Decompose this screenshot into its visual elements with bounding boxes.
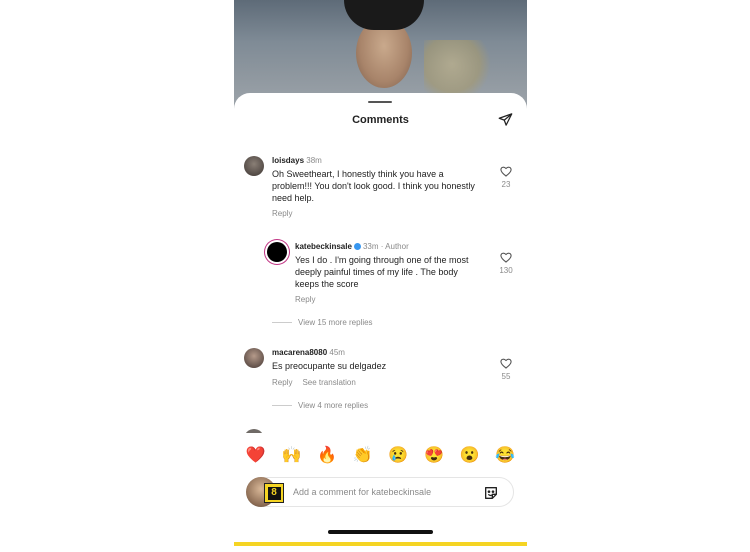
comment-item: loisdays 38m Oh Sweetheart, I honestly t… xyxy=(234,153,527,233)
number-badge: 8 xyxy=(264,483,284,503)
comment-item-partial xyxy=(234,429,527,433)
heart-icon[interactable] xyxy=(500,252,512,263)
emoji-laughing-button[interactable]: 😂 xyxy=(495,446,515,466)
emoji-reaction-bar: ❤️ 🙌 🔥 👏 😢 😍 😮 😂 xyxy=(234,443,527,469)
comment-time: 38m xyxy=(306,156,322,165)
emoji-clap-button[interactable]: 👏 xyxy=(353,446,373,466)
comment-item: macarena8080 45m Es preocupante su delga… xyxy=(234,345,527,425)
comment-input[interactable]: Add a comment for katebeckinsale xyxy=(293,487,431,497)
comment-time: 45m xyxy=(329,348,345,357)
sticker-icon[interactable] xyxy=(483,485,499,501)
home-indicator xyxy=(328,530,433,534)
comment-text: Es preocupante su delgadez xyxy=(272,361,387,371)
like-control: 55 xyxy=(494,358,518,381)
view-more-replies[interactable]: View 15 more replies xyxy=(272,318,373,327)
comment-username[interactable]: macarena8080 xyxy=(272,348,327,357)
emoji-raised-hands-button[interactable]: 🙌 xyxy=(281,446,301,466)
avatar[interactable] xyxy=(244,156,264,176)
comment-username[interactable]: loisdays xyxy=(272,156,304,165)
avatar[interactable] xyxy=(244,348,264,368)
send-icon[interactable] xyxy=(498,112,513,127)
like-count: 23 xyxy=(501,180,511,189)
like-control: 23 xyxy=(494,166,518,189)
sheet-title: Comments xyxy=(352,114,409,126)
comment-input-bar: 8 Add a comment for katebeckinsale xyxy=(246,477,514,507)
comments-sheet: Comments loisdays 38m Oh Sweetheart, I h… xyxy=(234,93,527,552)
comment-text: Oh Sweetheart, I honestly think you have… xyxy=(272,169,475,203)
heart-icon[interactable] xyxy=(500,358,512,369)
drag-handle[interactable] xyxy=(368,101,392,103)
accent-line xyxy=(234,542,527,546)
view-more-replies[interactable]: View 4 more replies xyxy=(272,401,368,410)
phone-screen: Comments loisdays 38m Oh Sweetheart, I h… xyxy=(234,0,527,552)
comment-text: Yes I do . I'm going through one of the … xyxy=(295,255,469,289)
comments-list[interactable]: loisdays 38m Oh Sweetheart, I honestly t… xyxy=(234,153,527,433)
heart-icon[interactable] xyxy=(500,166,512,177)
emoji-fire-button[interactable]: 🔥 xyxy=(317,446,337,466)
author-avatar[interactable] xyxy=(267,242,287,262)
comment-username[interactable]: katebeckinsale xyxy=(295,242,352,251)
avatar[interactable] xyxy=(244,429,264,433)
reply-button[interactable]: Reply xyxy=(272,209,292,218)
see-translation-button[interactable]: See translation xyxy=(302,378,355,387)
emoji-crying-button[interactable]: 😢 xyxy=(388,446,408,466)
emoji-heart-eyes-button[interactable]: 😍 xyxy=(424,446,444,466)
like-count: 130 xyxy=(499,266,513,275)
comment-meta: 33m · Author xyxy=(362,242,409,251)
reply-button[interactable]: Reply xyxy=(295,295,315,304)
like-count: 55 xyxy=(501,372,511,381)
emoji-surprised-button[interactable]: 😮 xyxy=(460,446,480,466)
like-control: 130 xyxy=(494,252,518,275)
reply-button[interactable]: Reply xyxy=(272,378,292,387)
verified-badge-icon xyxy=(353,243,361,250)
comment-item: katebeckinsale 33m · Author Yes I do . I'… xyxy=(234,239,527,339)
emoji-heart-button[interactable]: ❤️ xyxy=(246,446,266,466)
